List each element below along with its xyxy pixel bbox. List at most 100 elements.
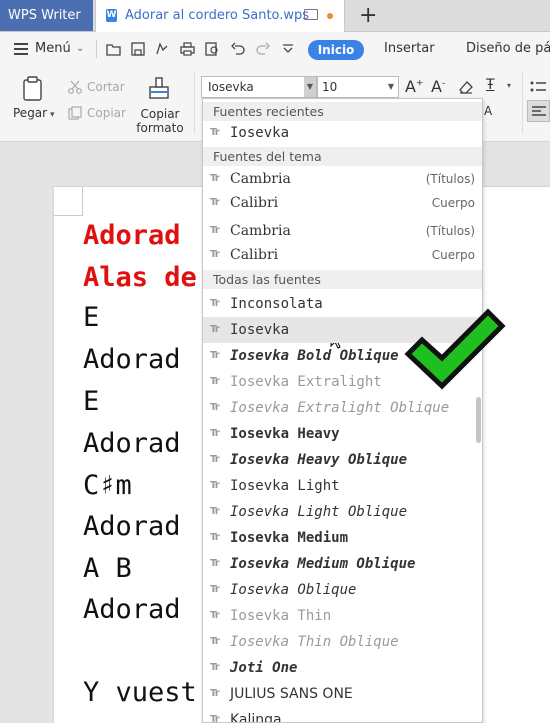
document-line[interactable]: Alas de (83, 262, 197, 293)
font-option[interactable]: Tr Iosevka Light Oblique (203, 499, 482, 525)
font-option-name: Iosevka Extralight (230, 374, 382, 390)
font-option-role: Cuerpo (431, 248, 475, 262)
font-option-name: Iosevka Heavy (230, 426, 340, 442)
tab-document[interactable]: W Adorar al cordero Santo.wps (95, 0, 345, 32)
font-option-name: Cambria (230, 223, 291, 239)
font-option[interactable]: Tr Iosevka Heavy Oblique (203, 447, 482, 473)
grow-font-icon[interactable]: A+ (405, 77, 424, 96)
menu-button[interactable]: Menú (35, 32, 71, 66)
font-option-name: Iosevka Medium (230, 530, 349, 546)
font-option[interactable]: Tr Calibri Cuerpo (203, 190, 482, 216)
font-option-name: Iosevka Heavy Oblique (230, 452, 408, 468)
font-option[interactable]: Tr Calibri Cuerpo (203, 242, 482, 268)
font-option[interactable]: Tr Iosevka Medium (203, 525, 482, 551)
chevron-down-icon[interactable]: ▾ (507, 81, 511, 90)
font-option-name: Kalinga (230, 712, 282, 723)
document-icon: W (106, 9, 117, 22)
font-option[interactable]: Tr Iosevka Extralight Oblique (203, 395, 482, 421)
font-name-select[interactable]: Iosevka ▼ (201, 76, 317, 98)
eraser-icon[interactable] (458, 80, 474, 94)
font-dropdown[interactable]: Fuentes recientes Fuentes del tema Todas… (202, 98, 483, 723)
tab-inicio[interactable]: Inicio (308, 40, 364, 60)
font-option[interactable]: Tr Cambria (Títulos) (203, 218, 482, 244)
font-type-icon: Tr (210, 173, 220, 184)
font-option[interactable]: Tr Iosevka (203, 120, 482, 146)
paste-button[interactable]: Pegar ▾ (13, 106, 55, 120)
cut-button[interactable]: Cortar (87, 80, 125, 94)
font-type-icon: Tr (210, 506, 220, 517)
phonetic-guide-icon[interactable]: Ŧ (486, 77, 495, 93)
print-icon[interactable] (180, 42, 195, 56)
font-option[interactable]: Tr Iosevka Light (203, 473, 482, 499)
bullet-list-icon[interactable] (530, 80, 546, 94)
document-line[interactable]: Adorad (83, 344, 181, 375)
font-type-icon: Tr (210, 636, 220, 647)
document-line[interactable]: Adorad (83, 594, 181, 625)
chevron-down-icon[interactable]: ▼ (304, 77, 316, 97)
document-line[interactable]: Y vuest (83, 677, 197, 708)
font-type-icon: Tr (210, 324, 220, 335)
document-line[interactable]: Adorad (83, 511, 181, 542)
font-option[interactable]: Tr Joti One (203, 655, 482, 681)
tab-diseno-de-pagina[interactable]: Diseño de pág (466, 32, 550, 66)
save-icon[interactable] (131, 42, 145, 56)
font-option[interactable]: Tr Iosevka Oblique (203, 577, 482, 603)
document-line[interactable]: E (83, 386, 99, 417)
font-type-icon: Tr (210, 714, 220, 723)
font-option[interactable]: Tr Iosevka Thin Oblique (203, 629, 482, 655)
shrink-font-icon[interactable]: A- (431, 77, 445, 96)
font-option[interactable]: Tr Cambria (Títulos) (203, 166, 482, 192)
font-type-icon: Tr (210, 662, 220, 673)
tab-insertar[interactable]: Insertar (384, 32, 435, 66)
tab-document-title: Adorar al cordero Santo.wps (125, 8, 310, 23)
font-option[interactable]: Tr JULIUS SANS ONE (203, 681, 482, 707)
font-option-name: Iosevka (230, 322, 290, 338)
monitor-icon[interactable] (304, 9, 318, 20)
font-size-value: 10 (322, 80, 338, 94)
customize-toolbar-icon[interactable] (282, 44, 294, 54)
copy-button[interactable]: Copiar (87, 106, 126, 120)
copy-format-button[interactable]: Copiar formato (136, 107, 184, 135)
divider (522, 72, 523, 134)
chevron-down-icon[interactable]: ▼ (388, 77, 394, 97)
undo-icon[interactable] (231, 42, 245, 56)
brush-icon[interactable] (147, 76, 171, 100)
export-icon[interactable] (155, 42, 169, 56)
print-preview-icon[interactable] (205, 42, 220, 56)
unsaved-dot-icon (327, 13, 333, 19)
document-line[interactable]: C♯m (83, 470, 132, 501)
new-tab-button[interactable]: + (359, 0, 377, 31)
font-type-icon: Tr (210, 558, 220, 569)
document-line[interactable]: E (83, 302, 99, 333)
font-type-icon: Tr (210, 298, 220, 309)
font-option-name: Iosevka Medium Oblique (230, 556, 416, 572)
open-icon[interactable] (106, 42, 122, 56)
document-line[interactable]: A B (83, 553, 132, 584)
tab-bar: WPS Writer W Adorar al cordero Santo.wps… (0, 0, 550, 32)
document-line[interactable]: Adorad (83, 428, 181, 459)
section-recent-fonts: Fuentes recientes (203, 102, 482, 121)
font-size-select[interactable]: 10 ▼ (317, 76, 399, 98)
font-type-icon: Tr (210, 454, 220, 465)
hamburger-icon[interactable] (14, 43, 28, 55)
chevron-down-icon[interactable]: ⌄ (76, 32, 84, 66)
font-option-name: Inconsolata (230, 296, 323, 312)
redo-icon[interactable] (256, 42, 270, 56)
font-name-value: Iosevka (208, 80, 254, 94)
align-left-button[interactable] (527, 100, 550, 122)
font-type-icon: Tr (210, 480, 220, 491)
text-style-icon[interactable]: A (484, 104, 492, 118)
font-option[interactable]: Tr Iosevka Heavy (203, 421, 482, 447)
font-option-name: Calibri (230, 247, 279, 263)
font-type-icon: Tr (210, 127, 220, 138)
font-option-role: (Títulos) (425, 224, 475, 238)
font-option[interactable]: Tr Iosevka Thin (203, 603, 482, 629)
tab-app-wps-writer[interactable]: WPS Writer (0, 0, 93, 31)
section-theme-fonts: Fuentes del tema (203, 147, 482, 166)
menu-bar: Menú ⌄ Inicio Insertar Diseño de pág (0, 32, 550, 66)
document-line[interactable]: Adorad (83, 220, 181, 251)
scissors-icon (68, 80, 82, 94)
font-option[interactable]: Tr Kalinga (203, 707, 482, 723)
font-option[interactable]: Tr Iosevka Medium Oblique (203, 551, 482, 577)
paste-icon[interactable] (22, 76, 44, 102)
